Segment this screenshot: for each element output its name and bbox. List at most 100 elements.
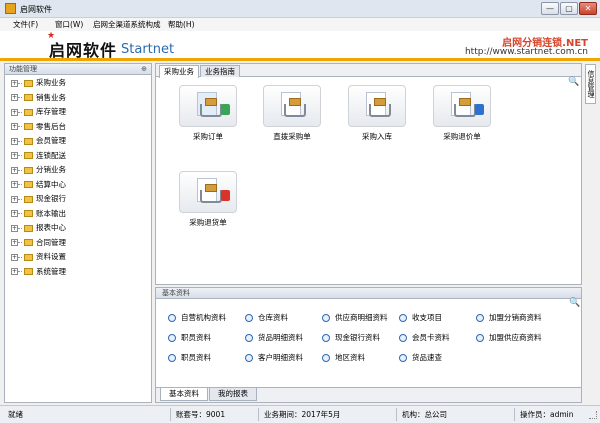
direct-purchase-icon	[263, 85, 321, 127]
folder-icon	[24, 224, 33, 232]
tab-basic-data[interactable]: 基本资料	[160, 388, 208, 401]
tab-info-management[interactable]: 信息管理	[585, 64, 596, 104]
folder-icon	[24, 152, 33, 160]
link-income-expense[interactable]: 收支项目	[399, 312, 479, 324]
resize-grip-icon[interactable]	[589, 411, 597, 419]
link-member-card[interactable]: 会员卡资料	[399, 332, 479, 344]
menu-window[interactable]: 窗口(W)	[55, 19, 83, 30]
tree-item-system[interactable]: + 系统管理	[5, 265, 151, 280]
tree-item-sales[interactable]: + 销售业务	[5, 91, 151, 106]
tree-item-data-settings[interactable]: + 资料设置	[5, 250, 151, 265]
tree-item-inventory[interactable]: + 库存管理	[5, 105, 151, 120]
folder-icon	[24, 108, 33, 116]
tree-item-settlement[interactable]: + 结算中心	[5, 178, 151, 193]
basic-data-panel: 基本资料 🔍 自营机构资料 仓库资料 供应商明细资料 收支项目 加盟分销商资料 …	[155, 287, 582, 403]
status-account: 账套号：9001	[176, 410, 226, 419]
folder-icon	[24, 94, 33, 102]
close-button[interactable]: ✕	[579, 2, 597, 15]
function-panel-title: 功能管理	[9, 65, 37, 73]
tree-item-distribution[interactable]: + 分销业务	[5, 163, 151, 178]
brand-url[interactable]: http://www.startnet.com.cn	[465, 47, 588, 57]
expand-icon[interactable]: +	[11, 108, 18, 116]
link-goods[interactable]: 货品明细资料	[245, 332, 325, 344]
folder-icon	[24, 239, 33, 247]
tile-label: 采购订单	[193, 132, 223, 141]
tree-item-member[interactable]: + 会员管理	[5, 134, 151, 149]
link-customer[interactable]: 客户明细资料	[245, 352, 325, 364]
tile-label: 采购入库	[362, 132, 392, 141]
right-sidebar: 信息管理	[584, 63, 596, 403]
function-tree: + 采购业务 + 销售业务 + 库存管理 + 零售后台 + 会员管理 + 连锁配送 + 分销业…	[5, 75, 151, 279]
status-bar: 就绪 账套号：9001 业务期间：2017年5月 机构：总公司 操作员：admi…	[0, 405, 600, 423]
tile-purchase-inbound[interactable]: 采购入库	[347, 85, 407, 151]
tile-purchase-order[interactable]: 采购订单	[178, 85, 238, 151]
folder-icon	[24, 181, 33, 189]
magnifier-icon	[245, 354, 253, 362]
menu-file[interactable]: 文件(F)	[13, 19, 38, 30]
status-org: 机构：总公司	[402, 410, 447, 419]
link-own-org[interactable]: 自营机构资料	[168, 312, 248, 324]
tree-item-ledger[interactable]: + 账本输出	[5, 207, 151, 222]
tile-purchase-price-return[interactable]: 采购退价单	[432, 85, 492, 151]
menu-help[interactable]: 帮助(H)	[168, 19, 195, 30]
link-staff-2[interactable]: 职员资料	[168, 352, 248, 364]
minimize-button[interactable]: —	[541, 2, 559, 15]
tab-my-reports[interactable]: 我的报表	[209, 388, 257, 401]
purchase-inbound-icon	[348, 85, 406, 127]
tree-item-purchase[interactable]: + 采购业务	[5, 76, 151, 91]
expand-icon[interactable]: +	[11, 239, 18, 247]
status-period: 业务期间：2017年5月	[264, 410, 341, 419]
status-operator: 操作员：admin	[520, 410, 574, 419]
pin-icon[interactable]: ⊕	[141, 64, 147, 74]
maximize-button[interactable]: ▢	[560, 2, 578, 15]
tile-direct-purchase[interactable]: 直拨采购单	[262, 85, 322, 151]
folder-icon	[24, 137, 33, 145]
link-supplier[interactable]: 供应商明细资料	[322, 312, 402, 324]
expand-icon[interactable]: +	[11, 195, 18, 203]
magnifier-icon	[322, 354, 330, 362]
link-cash-bank[interactable]: 现金银行资料	[322, 332, 402, 344]
search-icon[interactable]: 🔍	[569, 298, 580, 308]
search-icon[interactable]: 🔍	[568, 77, 579, 87]
magnifier-icon	[399, 334, 407, 342]
link-goods-lookup[interactable]: 货品速查	[399, 352, 479, 364]
menu-bar: 文件(F) 窗口(W) 启网全渠道系统构成 帮助(H)	[0, 18, 600, 31]
expand-icon[interactable]: +	[11, 253, 18, 261]
expand-icon[interactable]: +	[11, 181, 18, 189]
folder-icon	[24, 166, 33, 174]
tile-purchase-return[interactable]: 采购退货单	[178, 171, 238, 237]
expand-icon[interactable]: +	[11, 123, 18, 131]
tree-item-chain[interactable]: + 连锁配送	[5, 149, 151, 164]
tree-item-retail[interactable]: + 零售后台	[5, 120, 151, 135]
magnifier-icon	[476, 314, 484, 322]
expand-icon[interactable]: +	[11, 268, 18, 276]
expand-icon[interactable]: +	[11, 224, 18, 232]
main-panel: 采购业务 业务指南 🔍 采购订单 直拨采购单 采购入库 采购退价单 采购退货单	[155, 63, 582, 285]
tab-guide[interactable]: 业务指南	[200, 65, 240, 77]
function-panel: 功能管理 ⊕ + 采购业务 + 销售业务 + 库存管理 + 零售后台 + 会员管理 + 连锁…	[4, 63, 152, 403]
tab-purchase[interactable]: 采购业务	[159, 65, 199, 78]
link-franchise-supplier[interactable]: 加盟供应商资料	[476, 332, 556, 344]
magnifier-icon	[322, 314, 330, 322]
magnifier-icon	[168, 334, 176, 342]
tree-item-contract[interactable]: + 合同管理	[5, 236, 151, 251]
link-staff[interactable]: 职员资料	[168, 332, 248, 344]
link-region[interactable]: 地区资料	[322, 352, 402, 364]
tree-item-cash[interactable]: + 现金银行	[5, 192, 151, 207]
expand-icon[interactable]: +	[11, 166, 18, 174]
expand-icon[interactable]: +	[11, 152, 18, 160]
expand-icon[interactable]: +	[11, 79, 18, 87]
link-warehouse[interactable]: 仓库资料	[245, 312, 325, 324]
folder-icon	[24, 210, 33, 218]
folder-icon	[24, 123, 33, 131]
link-franchise-distributor[interactable]: 加盟分销商资料	[476, 312, 556, 324]
function-panel-header: 功能管理 ⊕	[5, 64, 151, 75]
folder-icon	[24, 195, 33, 203]
magnifier-icon	[168, 354, 176, 362]
expand-icon[interactable]: +	[11, 94, 18, 102]
expand-icon[interactable]: +	[11, 137, 18, 145]
folder-icon	[24, 253, 33, 261]
menu-system[interactable]: 启网全渠道系统构成	[93, 19, 161, 30]
tree-item-reports[interactable]: + 报表中心	[5, 221, 151, 236]
expand-icon[interactable]: +	[11, 210, 18, 218]
